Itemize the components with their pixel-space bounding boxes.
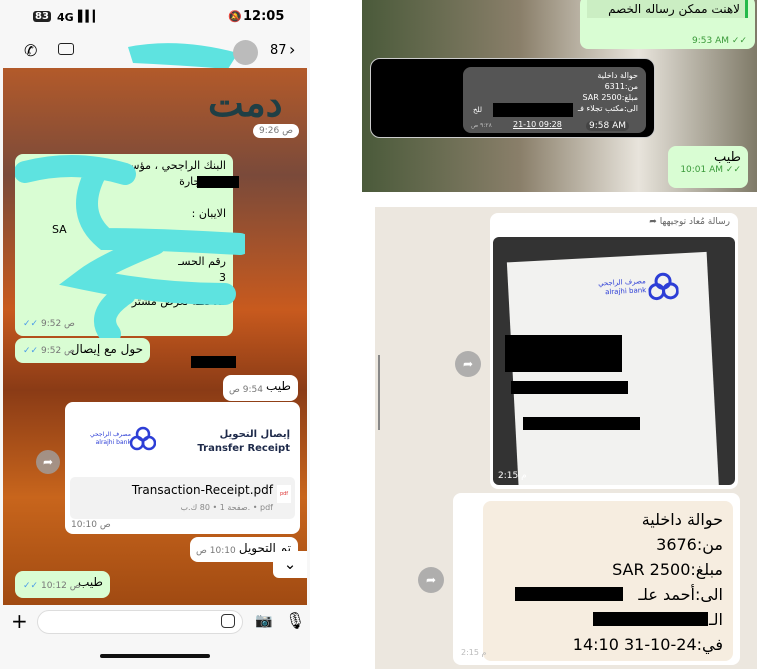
- file-meta: صفحة 1 • 80 ك.ب. • pdf: [180, 503, 273, 512]
- forward-arrow-icon: ➦: [649, 217, 657, 227]
- input-bar: + 📷 🎙: [3, 605, 307, 640]
- bank-logo-text: مصرف الراجحي alrajhi bank: [90, 431, 131, 446]
- message-time: 10:10 ص: [196, 546, 236, 556]
- file-attachment[interactable]: Transaction-Receipt.pdf صفحة 1 • 80 ك.ب.…: [70, 477, 295, 519]
- home-indicator: [100, 654, 210, 658]
- file-name: Transaction-Receipt.pdf: [131, 483, 273, 497]
- forwarded-label: رسالة مُعاد توجيهها ➦: [649, 217, 730, 227]
- video-icon[interactable]: [58, 43, 74, 55]
- avatar[interactable]: [233, 40, 258, 65]
- message-text: طيب: [713, 150, 741, 165]
- phone-icon[interactable]: ✆: [24, 41, 37, 60]
- message-time: 10:01 AM: [680, 165, 724, 175]
- message-bubble[interactable]: لاهنت ممكن رساله الخصم 9:53 AM ✓✓: [580, 0, 755, 49]
- receipt-photo[interactable]: مصرف الراجحي alrajhi bank 2:15 م: [493, 237, 735, 485]
- alrajhi-logo-icon: [129, 426, 157, 452]
- camera-icon[interactable]: 📷: [255, 613, 272, 629]
- message-time-only: 9:26 ص: [253, 124, 299, 138]
- message-time: 9:54 ص: [229, 385, 263, 395]
- chat-screenshot-c: ➦ رسالة مُعاد توجيهها ➦ مصرف الراجحي alra…: [375, 207, 757, 669]
- mute-bell-icon: 🔕: [228, 10, 242, 23]
- plus-icon[interactable]: +: [11, 609, 28, 633]
- scroll-down-button[interactable]: ⌄: [273, 551, 307, 578]
- image-message[interactable]: حوالة داخلية من:6311 مبلغ:SAR 2500 الى:مكتب…: [370, 58, 655, 138]
- scrollbar[interactable]: [378, 355, 380, 430]
- quoted-text: لاهنت ممكن رساله الخصم: [587, 0, 748, 18]
- message-bubble[interactable]: حول مع إيصال ✓✓ 9:52 ص: [15, 338, 150, 363]
- signal-icon: ▌▍▎: [78, 10, 101, 23]
- chevron-right-icon[interactable]: ›: [289, 40, 295, 59]
- message-bubble[interactable]: طيب 9:54 ص: [223, 375, 298, 401]
- message-text: طيب: [78, 575, 103, 589]
- forward-icon[interactable]: ➦: [455, 351, 481, 377]
- file-message[interactable]: مصرف الراجحي alrajhi bank إيصال التحويل Tr…: [65, 402, 300, 534]
- message-text: حول مع إيصال: [70, 342, 143, 356]
- message-list[interactable]: دمت 9:26 ص البنك الراجحي ، مؤسسـ ـل للتج…: [3, 68, 307, 605]
- chat-header: ✆ 87 ›: [0, 35, 310, 69]
- message-bank-details[interactable]: البنك الراجحي ، مؤسسـ ـل للتجارة الايبان…: [15, 154, 245, 345]
- clock: 12:05: [243, 9, 285, 24]
- chat-screenshot-a: 83 4G ▌▍▎ 🔕 12:05 ✆ 87 › دمت 9:26 ص البن…: [0, 0, 310, 669]
- message-time: 10:12 ص: [40, 581, 81, 591]
- message-text: حوالة داخلية من:3676 مبلغ:SAR 2500 الى:أحمد…: [483, 501, 733, 661]
- read-ticks-icon: ✓✓: [731, 36, 747, 46]
- message-time: 2:15 م: [461, 648, 487, 657]
- pdf-icon: pdf: [277, 485, 291, 503]
- message-text: طيب: [266, 379, 291, 393]
- status-bar: 83 4G ▌▍▎ 🔕 12:05: [0, 0, 310, 35]
- message-time: 9:53 AM: [692, 36, 730, 46]
- receipt-title: إيصال التحويل Transfer Receipt: [197, 429, 290, 454]
- forwarded-image-message[interactable]: رسالة مُعاد توجيهها ➦ مصرف الراجحي alrajh…: [490, 213, 738, 489]
- forward-icon[interactable]: ➦: [418, 567, 444, 593]
- message-time: 9:58 AM: [586, 121, 629, 131]
- sticker-icon[interactable]: [221, 614, 235, 628]
- message-time: 9:52 ص: [40, 346, 75, 356]
- forward-icon[interactable]: ➦: [36, 450, 60, 474]
- wallpaper-logo: دمت: [208, 80, 283, 125]
- message-input[interactable]: [37, 610, 243, 634]
- network-label: 4G: [57, 11, 74, 24]
- message-bubble[interactable]: طيب ✓✓ 10:12 ص: [15, 571, 110, 598]
- message-time: 10:10 ص: [71, 520, 111, 530]
- chevron-down-circle-icon: ⌄: [283, 555, 297, 573]
- back-count[interactable]: 87: [270, 43, 287, 58]
- chat-screenshot-b: لاهنت ممكن رساله الخصم 9:53 AM ✓✓ حوالة …: [362, 0, 757, 192]
- alrajhi-logo-icon: [648, 272, 680, 301]
- message-bubble[interactable]: طيب 10:01 AM ✓✓: [668, 146, 748, 188]
- forwarded-text-message[interactable]: حوالة داخلية من:3676 مبلغ:SAR 2500 الى:أحمد…: [453, 493, 740, 665]
- message-time: 2:15 م: [498, 471, 527, 481]
- redaction-box: [191, 356, 236, 368]
- battery-indicator: 83: [33, 11, 51, 22]
- redaction-scribble: [15, 154, 245, 345]
- microphone-icon[interactable]: 🎙: [285, 611, 305, 630]
